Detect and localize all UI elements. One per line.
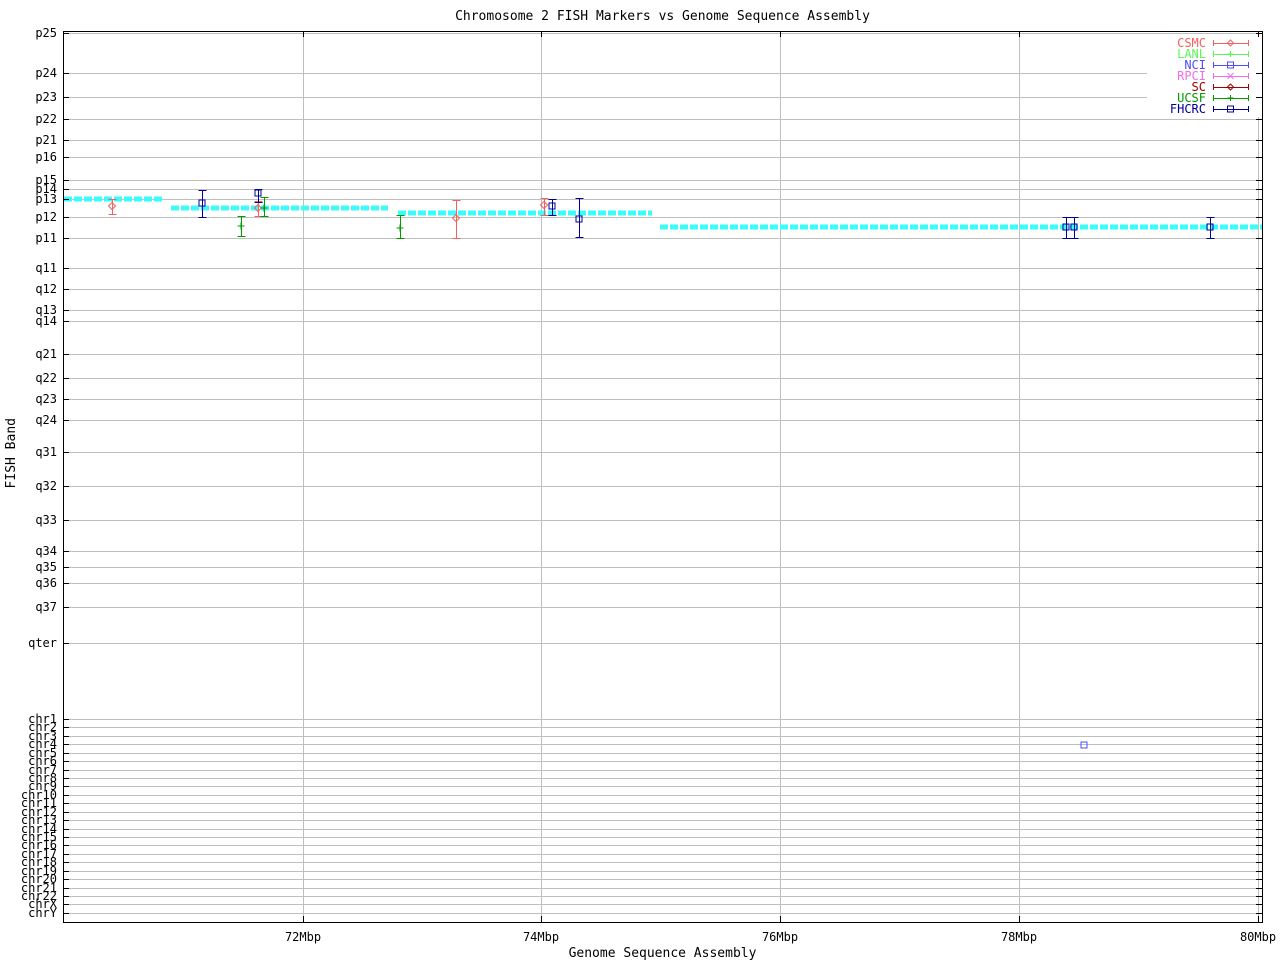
y-tick-label-p25: p25 — [35, 26, 57, 40]
y-tick-label-chrY: chrY — [28, 906, 58, 920]
series-CSMC — [107, 198, 549, 239]
y-tick-label-p23: p23 — [35, 90, 57, 104]
y-tick-label-q34: q34 — [35, 544, 57, 558]
plot-svg: CSMCLANLNCIRPCISCUCSFFHCRCp25p24p23p22p2… — [21, 26, 1276, 944]
x-tick-label-78Mbp: 78Mbp — [1001, 930, 1037, 944]
axes-layer: p25p24p23p22p21p16p15p14p13p12p11q11q12q… — [21, 26, 1276, 944]
x-tick-label-74Mbp: 74Mbp — [523, 930, 559, 944]
y-tick-label-p16: p16 — [35, 150, 57, 164]
y-tick-label-p13: p13 — [35, 192, 57, 206]
y-tick-label-q33: q33 — [35, 513, 57, 527]
y-tick-label-q14: q14 — [35, 314, 57, 328]
y-tick-label-q21: q21 — [35, 347, 57, 361]
assembly-track — [64, 196, 1262, 230]
y-tick-label-q23: q23 — [35, 392, 57, 406]
y-tick-label-qter: qter — [28, 636, 57, 650]
page: { "chart_data": { "type": "scatter", "ti… — [0, 0, 1280, 961]
x-tick-label-76Mbp: 76Mbp — [762, 930, 798, 944]
legend: CSMCLANLNCIRPCISCUCSFFHCRC — [1147, 35, 1259, 117]
legend-label-FHCRC: FHCRC — [1170, 102, 1206, 116]
y-tick-label-p24: p24 — [35, 66, 57, 80]
y-tick-label-p12: p12 — [35, 210, 57, 224]
y-tick-label-q12: q12 — [35, 282, 57, 296]
series-FHCRC — [198, 189, 1215, 239]
y-tick-label-q31: q31 — [35, 445, 57, 459]
y-tick-label-q22: q22 — [35, 371, 57, 385]
y-tick-label-q37: q37 — [35, 600, 57, 614]
y-tick-label-q24: q24 — [35, 413, 57, 427]
y-tick-label-q36: q36 — [35, 576, 57, 590]
x-tick-label-72Mbp: 72Mbp — [285, 930, 321, 944]
y-tick-label-q35: q35 — [35, 560, 57, 574]
plot-border — [63, 31, 1263, 923]
x-tick-label-80Mbp: 80Mbp — [1240, 930, 1276, 944]
y-tick-label-p11: p11 — [35, 231, 57, 245]
y-tick-label-q32: q32 — [35, 479, 57, 493]
y-tick-label-p22: p22 — [35, 112, 57, 126]
y-tick-label-q11: q11 — [35, 261, 57, 275]
grid-layer — [63, 31, 1262, 922]
y-tick-label-p21: p21 — [35, 133, 57, 147]
